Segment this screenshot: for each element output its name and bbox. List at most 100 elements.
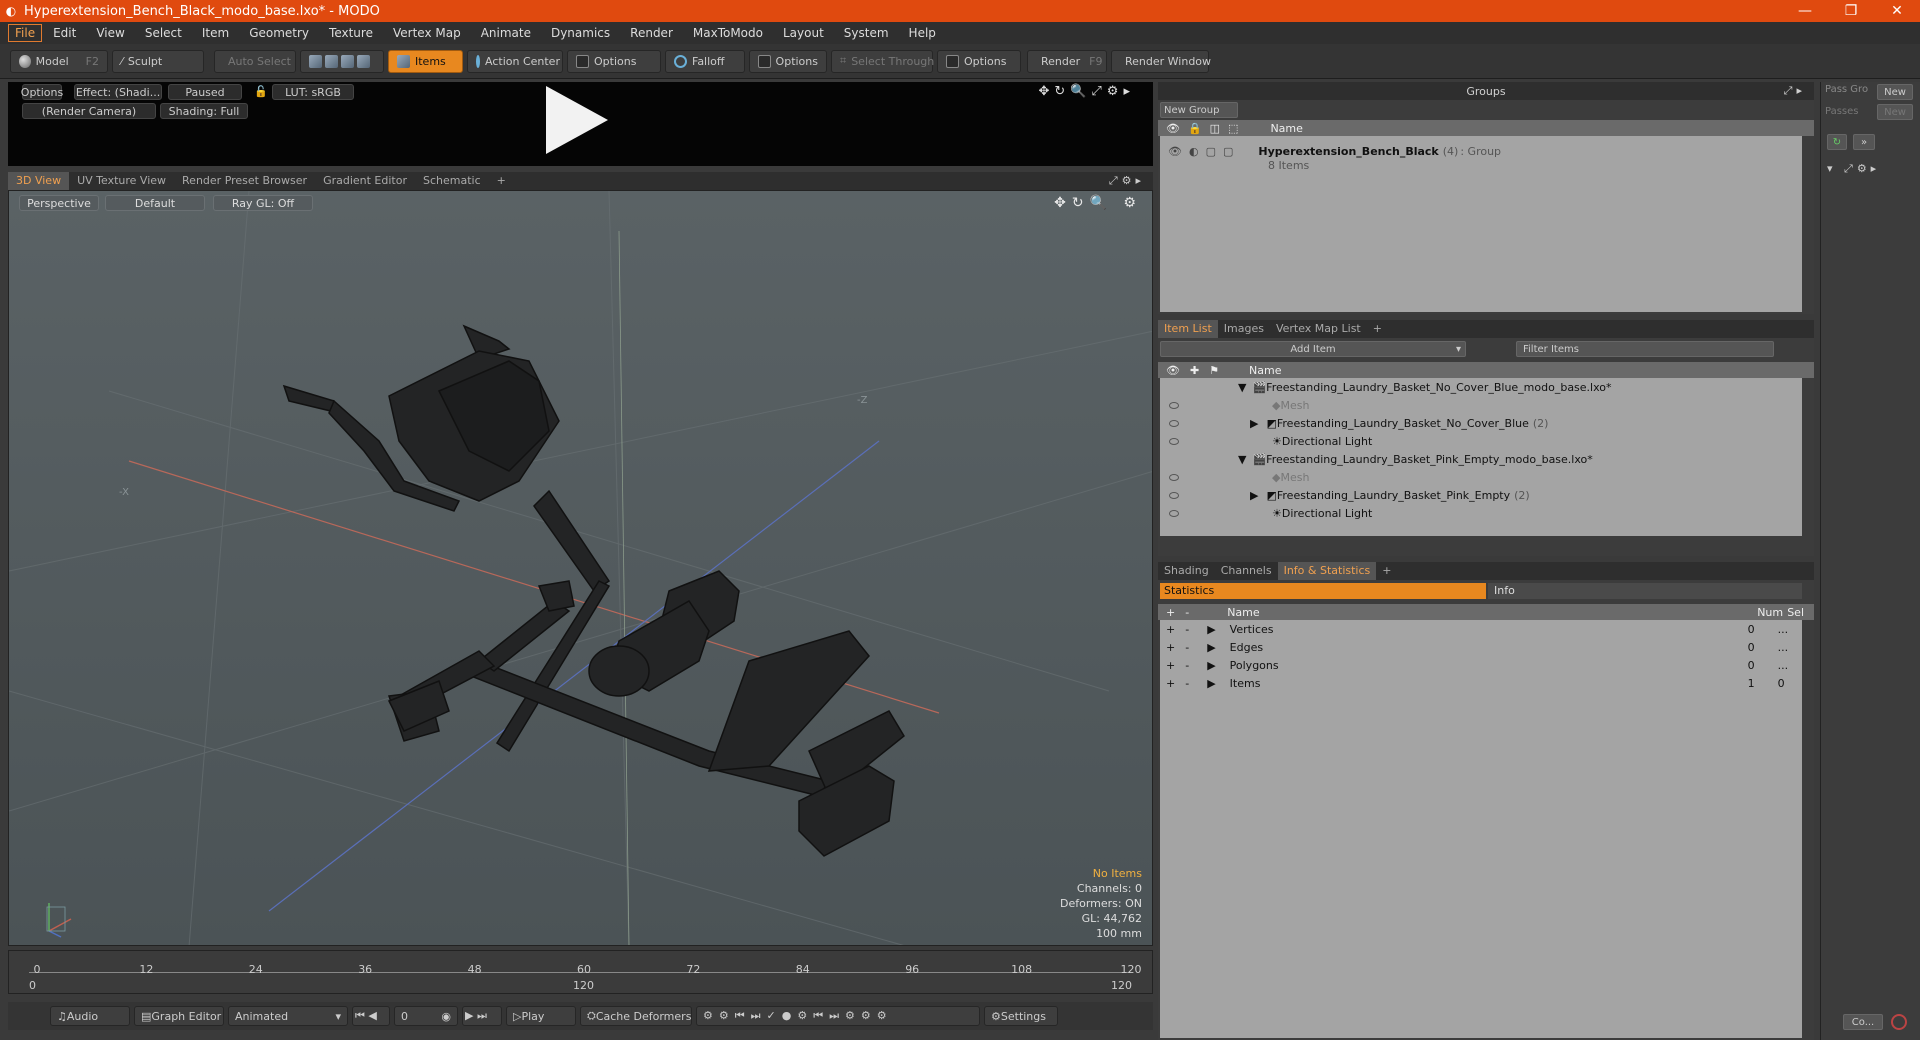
next-key-icons[interactable]: ▶ ⏭	[462, 1006, 502, 1026]
row-plus-minus[interactable]: +-	[1166, 659, 1199, 672]
add-item-button[interactable]: Add Item ▾	[1160, 341, 1466, 357]
item-row-light-1[interactable]: ☀ Directional Light	[1160, 432, 1802, 450]
expand-icon[interactable]: ▶	[1207, 623, 1215, 636]
menu-geometry[interactable]: Geometry	[240, 24, 318, 42]
tab-info-statistics[interactable]: Info & Statistics	[1277, 562, 1377, 580]
stats-row[interactable]: +- ▶ Vertices 0...	[1160, 620, 1802, 638]
render-camera-dropdown[interactable]: (Render Camera)	[22, 103, 156, 119]
preview-options-button[interactable]: Options	[21, 84, 63, 100]
expand-icon[interactable]: ▼	[1238, 381, 1246, 394]
menu-vertex-map[interactable]: Vertex Map	[384, 24, 470, 42]
lock-icon[interactable]: 🔓	[254, 85, 268, 98]
menu-edit[interactable]: Edit	[44, 24, 85, 42]
graph-editor-button[interactable]: ▤ Graph Editor	[134, 1006, 224, 1026]
menu-help[interactable]: Help	[900, 24, 945, 42]
viewport-tab-icons[interactable]: ⤢⚙▸	[1109, 174, 1153, 188]
edge-mode-icon[interactable]	[325, 54, 338, 68]
tab-gradient-editor[interactable]: Gradient Editor	[315, 172, 415, 190]
preview-view-icons[interactable]: ✥↻🔍⤢⚙▸	[1038, 84, 1135, 99]
tab-schematic[interactable]: Schematic	[415, 172, 489, 190]
eye-icon[interactable]	[1169, 491, 1179, 499]
item-row-basket-pink[interactable]: ▶ ◩ Freestanding_Laundry_Basket_Pink_Empty…	[1160, 486, 1802, 504]
panel-corner-icons[interactable]: ⤢▸	[1784, 84, 1806, 98]
frame-input[interactable]: 0 ◉	[394, 1006, 458, 1026]
minimize-icon[interactable]: —	[1782, 0, 1828, 22]
sculpt-button[interactable]: ⁄ Sculpt	[112, 49, 204, 73]
preview-effect-dropdown[interactable]: Effect: (Shadi...	[74, 84, 162, 100]
stats-row[interactable]: +- ▶ Items 1 0	[1160, 674, 1802, 692]
eye-icon[interactable]	[1169, 401, 1179, 409]
play-button[interactable]: ▷ Play	[506, 1006, 576, 1026]
auto-select-button[interactable]: Auto Select	[214, 49, 296, 73]
expand-panel-icon[interactable]: »	[1853, 134, 1875, 150]
vertex-mode-icon[interactable]	[309, 54, 322, 68]
tab-3d-view[interactable]: 3D View	[8, 172, 70, 190]
tab-channels[interactable]: Channels	[1215, 562, 1278, 580]
eye-icon[interactable]	[1169, 419, 1179, 427]
maximize-icon[interactable]: ❐	[1828, 0, 1874, 22]
pass-panel-icons[interactable]: ▾ ⤢⚙▸	[1827, 162, 1880, 176]
item-flag-icons[interactable]: 👁✚⚑	[1166, 364, 1229, 377]
falloff-options-button[interactable]: Options	[749, 49, 827, 73]
item-row-light-2[interactable]: ☀ Directional Light	[1160, 504, 1802, 522]
filter-items-input[interactable]: Filter Items	[1516, 341, 1774, 357]
falloff-button[interactable]: Falloff	[665, 49, 745, 73]
item-row-scene-1[interactable]: ▼ 🎬 Freestanding_Laundry_Basket_No_Cover_B…	[1160, 378, 1802, 396]
eye-icon[interactable]	[1169, 437, 1179, 445]
new-pass-button[interactable]: New	[1877, 104, 1913, 120]
default-style-dropdown[interactable]: Default	[105, 195, 205, 211]
expand-collapse-all[interactable]: +-	[1166, 606, 1199, 619]
menu-animate[interactable]: Animate	[472, 24, 540, 42]
group-flag-icons[interactable]: 👁🔒◫⬚	[1166, 122, 1246, 135]
add-tab-icon[interactable]: +	[1376, 562, 1397, 580]
co-button[interactable]: Co...	[1843, 1014, 1883, 1030]
tab-item-list[interactable]: Item List	[1158, 320, 1218, 338]
settings-button[interactable]: ⚙ Settings	[984, 1006, 1058, 1026]
play-preview-icon[interactable]	[546, 86, 608, 154]
render-button[interactable]: Render F9	[1027, 49, 1107, 73]
info-subtab[interactable]: Info	[1488, 583, 1802, 599]
material-mode-icon[interactable]	[357, 54, 370, 68]
action-center-button[interactable]: Action Center	[467, 49, 563, 73]
select-through-options-button[interactable]: Options	[937, 49, 1021, 73]
close-icon[interactable]: ✕	[1874, 0, 1920, 22]
preview-paused-button[interactable]: Paused	[168, 84, 242, 100]
action-center-options-button[interactable]: Options	[567, 49, 661, 73]
expand-icon[interactable]: ▶	[1250, 489, 1258, 502]
new-pass-group-button[interactable]: New	[1877, 84, 1913, 100]
menu-file[interactable]: File	[8, 24, 43, 42]
expand-icon[interactable]: ▶	[1207, 677, 1215, 690]
cache-deformers-button[interactable]: ⛭ Cache Deformers	[580, 1006, 692, 1026]
menu-render[interactable]: Render	[621, 24, 682, 42]
expand-icon[interactable]: ▶	[1207, 659, 1215, 672]
animated-dropdown[interactable]: Animated ▾	[228, 1006, 348, 1026]
items-button[interactable]: Items	[388, 49, 463, 73]
animation-tool-icons[interactable]: ⚙⚙⏮⏭✓●⚙⏮⏭⚙⚙⚙	[696, 1006, 980, 1026]
item-row-scene-2[interactable]: ▼ 🎬 Freestanding_Laundry_Basket_Pink_Empty…	[1160, 450, 1802, 468]
tab-images[interactable]: Images	[1218, 320, 1270, 338]
eye-icon[interactable]	[1169, 509, 1179, 517]
add-tab-icon[interactable]: +	[1367, 320, 1388, 338]
prev-key-icons[interactable]: ⏮ ◀	[352, 1006, 390, 1026]
perspective-dropdown[interactable]: Perspective	[19, 195, 99, 211]
stats-row[interactable]: +- ▶ Edges 0...	[1160, 638, 1802, 656]
expand-icon[interactable]: ▶	[1250, 417, 1258, 430]
menu-dynamics[interactable]: Dynamics	[542, 24, 619, 42]
expand-icon[interactable]: ▼	[1238, 453, 1246, 466]
model-button[interactable]: Model F2	[10, 49, 108, 73]
tab-shading[interactable]: Shading	[1158, 562, 1215, 580]
item-row-basket-blue[interactable]: ▶ ◩ Freestanding_Laundry_Basket_No_Cover_B…	[1160, 414, 1802, 432]
tab-render-preset-browser[interactable]: Render Preset Browser	[174, 172, 315, 190]
row-plus-minus[interactable]: +-	[1166, 623, 1199, 636]
timeline[interactable]: 0 12 24 36 48 60 72 84 96 108 120 0 120 120	[8, 950, 1153, 994]
tab-vertex-map-list[interactable]: Vertex Map List	[1270, 320, 1367, 338]
statistics-tab[interactable]: Statistics	[1160, 583, 1486, 599]
tab-uv-texture-view[interactable]: UV Texture View	[69, 172, 174, 190]
viewport-nav-icons[interactable]: ✥↻🔍 ⚙	[1054, 195, 1142, 211]
expand-icon[interactable]: ▶	[1207, 641, 1215, 654]
shading-dropdown[interactable]: Shading: Full	[160, 103, 248, 119]
menu-texture[interactable]: Texture	[320, 24, 382, 42]
menu-layout[interactable]: Layout	[774, 24, 833, 42]
menu-view[interactable]: View	[87, 24, 133, 42]
record-icon[interactable]	[1891, 1014, 1907, 1030]
